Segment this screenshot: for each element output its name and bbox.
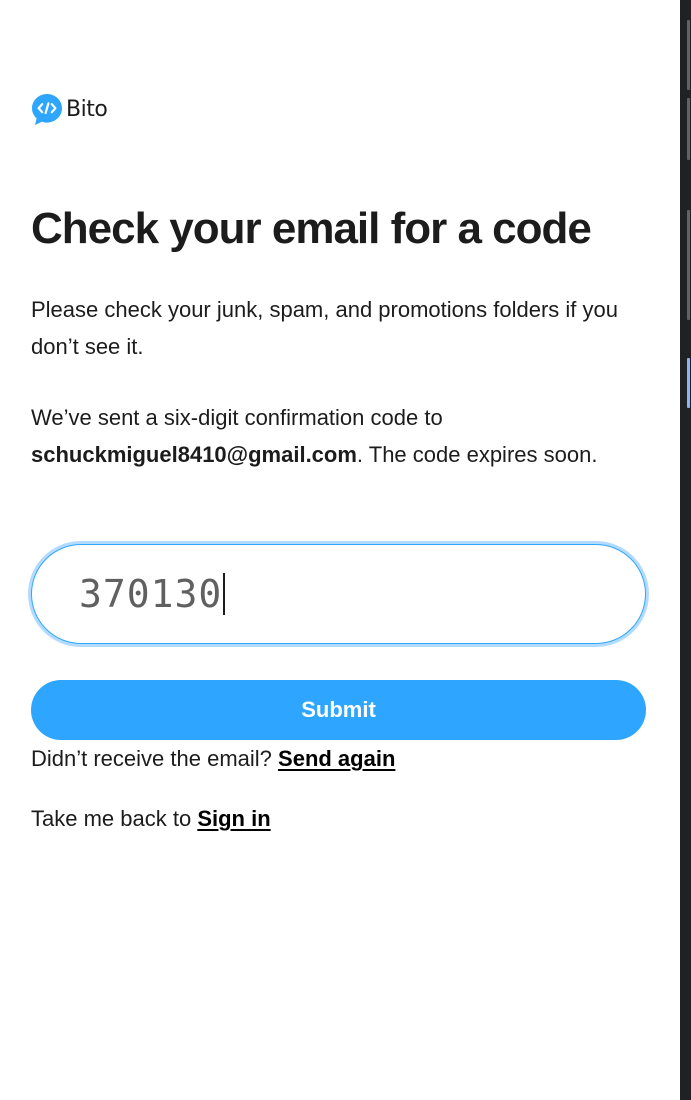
submit-button[interactable]: Submit (31, 680, 646, 740)
strip-mark (687, 20, 690, 90)
window-edge-strip (680, 0, 691, 1100)
sent-message-prefix: We’ve sent a six-digit confirmation code… (31, 405, 443, 430)
code-input-focus-ring: 370130 (28, 541, 649, 647)
recipient-email: schuckmiguel8410@gmail.com (31, 441, 357, 467)
sign-in-link[interactable]: Sign in (197, 806, 270, 831)
confirmation-page: Bito Check your email for a code Please … (0, 0, 691, 1100)
text-caret (223, 573, 225, 615)
resend-line: Didn’t receive the email? Send again (31, 744, 395, 774)
bito-code-bubble-icon (32, 94, 62, 125)
strip-mark (687, 358, 690, 408)
strip-mark (687, 98, 690, 160)
back-prompt: Take me back to (31, 806, 192, 831)
send-again-link[interactable]: Send again (278, 746, 395, 771)
sent-message: We’ve sent a six-digit confirmation code… (31, 400, 641, 473)
sent-message-suffix: . The code expires soon. (356, 441, 598, 467)
back-line: Take me back to Sign in (31, 804, 271, 834)
strip-mark (687, 210, 690, 320)
resend-prompt: Didn’t receive the email? (31, 746, 272, 771)
confirmation-code-input[interactable]: 370130 (31, 544, 646, 644)
code-input-value: 370130 (79, 572, 223, 616)
bito-logo: Bito (31, 93, 108, 126)
brand-name: Bito (66, 96, 108, 122)
page-title: Check your email for a code (31, 204, 592, 253)
instructions-text: Please check your junk, spam, and promot… (31, 297, 618, 359)
